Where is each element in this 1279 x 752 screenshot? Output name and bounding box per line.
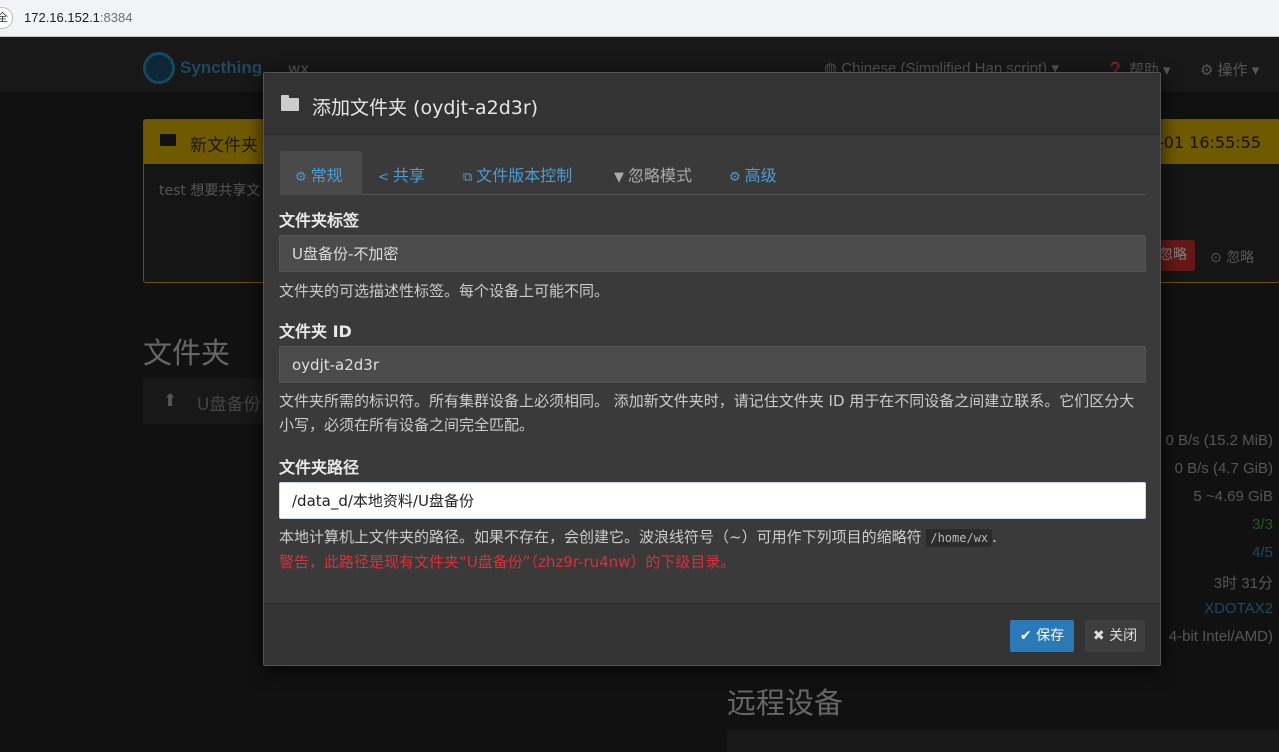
tab-versioning[interactable]: ⧉ 文件版本控制 — [463, 151, 598, 195]
folder-path-input[interactable] — [279, 482, 1146, 519]
check-icon: ✔ — [1019, 628, 1032, 644]
url-field[interactable]: 172.16.152.1:8384 — [24, 10, 132, 25]
folder-path-warning: 警告，此路径是现有文件夹“U盘备份”（zhz9r-ru4nw）的下级目录。 — [279, 553, 736, 571]
tab-sharing[interactable]: < 共享 — [378, 151, 448, 195]
folder-label-title: 文件夹标签 — [279, 211, 360, 230]
tab-advanced-label: 高级 — [744, 166, 777, 185]
folder-path-title: 文件夹路径 — [279, 458, 360, 477]
add-folder-dialog: 添加文件夹 (oydjt-a2d3r) ⚙ 常规 < 共享 ⧉ 文件版本控制 ▼ 忽略模… — [263, 72, 1161, 666]
folder-label-help: 文件夹的可选描述性标签。每个设备上可能不同。 — [279, 282, 610, 300]
folder-id-title: 文件夹 ID — [279, 322, 352, 341]
tab-versioning-label: 文件版本控制 — [476, 166, 573, 185]
filter-icon: ▼ — [614, 170, 624, 185]
tab-general[interactable]: ⚙ 常规 — [280, 151, 362, 195]
folder-icon — [281, 95, 299, 111]
folder-path-help-text: 本地计算机上文件夹的路径。如果不存在，会创建它。波浪线符号（~）可用作下列项目的… — [279, 528, 922, 546]
copy-icon: ⧉ — [463, 170, 473, 185]
save-label: 保存 — [1036, 628, 1065, 644]
tab-advanced[interactable]: ⚙ 高级 — [729, 151, 799, 195]
dialog-header: 添加文件夹 (oydjt-a2d3r) — [264, 73, 1160, 135]
security-indicator-icon[interactable]: 全 — [0, 7, 13, 29]
url-host: 172.16.152.1 — [24, 10, 100, 25]
save-button[interactable]: ✔ 保存 — [1010, 620, 1074, 652]
tab-general-label: 常规 — [310, 166, 343, 185]
share-icon: < — [378, 170, 389, 185]
dialog-footer: ✔ 保存 ✖ 关闭 — [264, 603, 1160, 665]
tab-ignore-label: 忽略模式 — [628, 166, 693, 185]
gear-icon: ⚙ — [295, 170, 307, 185]
dialog-title: 添加文件夹 (oydjt-a2d3r) — [312, 97, 539, 119]
tab-ignore-patterns[interactable]: ▼ 忽略模式 — [614, 151, 714, 195]
close-icon: ✖ — [1092, 628, 1105, 644]
folder-label-input[interactable] — [279, 235, 1146, 272]
home-path-code: /home/wx — [926, 529, 993, 547]
url-port: :8384 — [99, 10, 133, 25]
folder-id-help: 文件夹所需的标识符。所有集群设备上必须相同。 添加新文件夹时，请记住文件夹 ID… — [279, 392, 1135, 434]
folder-path-help: 本地计算机上文件夹的路径。如果不存在，会创建它。波浪线符号（~）可用作下列项目的… — [279, 525, 1149, 550]
dialog-tabs: ⚙ 常规 < 共享 ⧉ 文件版本控制 ▼ 忽略模式 ⚙ 高级 — [280, 151, 1146, 195]
folder-path-help-end: . — [992, 528, 997, 546]
tab-sharing-label: 共享 — [392, 166, 425, 185]
folder-id-input[interactable] — [279, 346, 1146, 383]
cogs-icon: ⚙ — [729, 170, 741, 185]
close-label: 关闭 — [1109, 628, 1138, 644]
browser-address-bar: 全 172.16.152.1:8384 — [0, 0, 1279, 37]
close-button[interactable]: ✖ 关闭 — [1085, 620, 1145, 652]
